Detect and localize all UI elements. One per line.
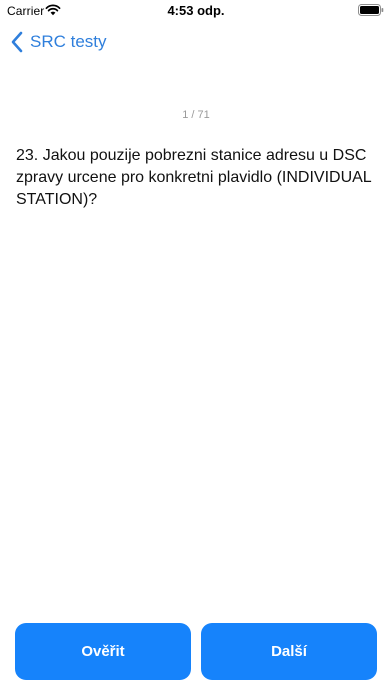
question-text: 23. Jakou pouzije pobrezni stanice adres…	[16, 147, 372, 208]
verify-button-label: Ověřit	[81, 643, 125, 660]
verify-button[interactable]: Ověřit	[15, 623, 191, 680]
next-button-label: Další	[271, 643, 307, 660]
battery-icon	[358, 4, 384, 16]
navigation-bar: SRC testy	[0, 24, 392, 60]
chevron-left-icon	[11, 31, 23, 53]
back-button[interactable]: SRC testy	[10, 28, 107, 56]
status-time: 4:53 odp.	[167, 3, 225, 18]
next-button[interactable]: Další	[201, 623, 377, 680]
question-counter: 1 / 71	[182, 109, 210, 121]
back-button-label: SRC testy	[30, 32, 107, 51]
status-bar: Carrier 4:53 odp.	[0, 0, 392, 22]
